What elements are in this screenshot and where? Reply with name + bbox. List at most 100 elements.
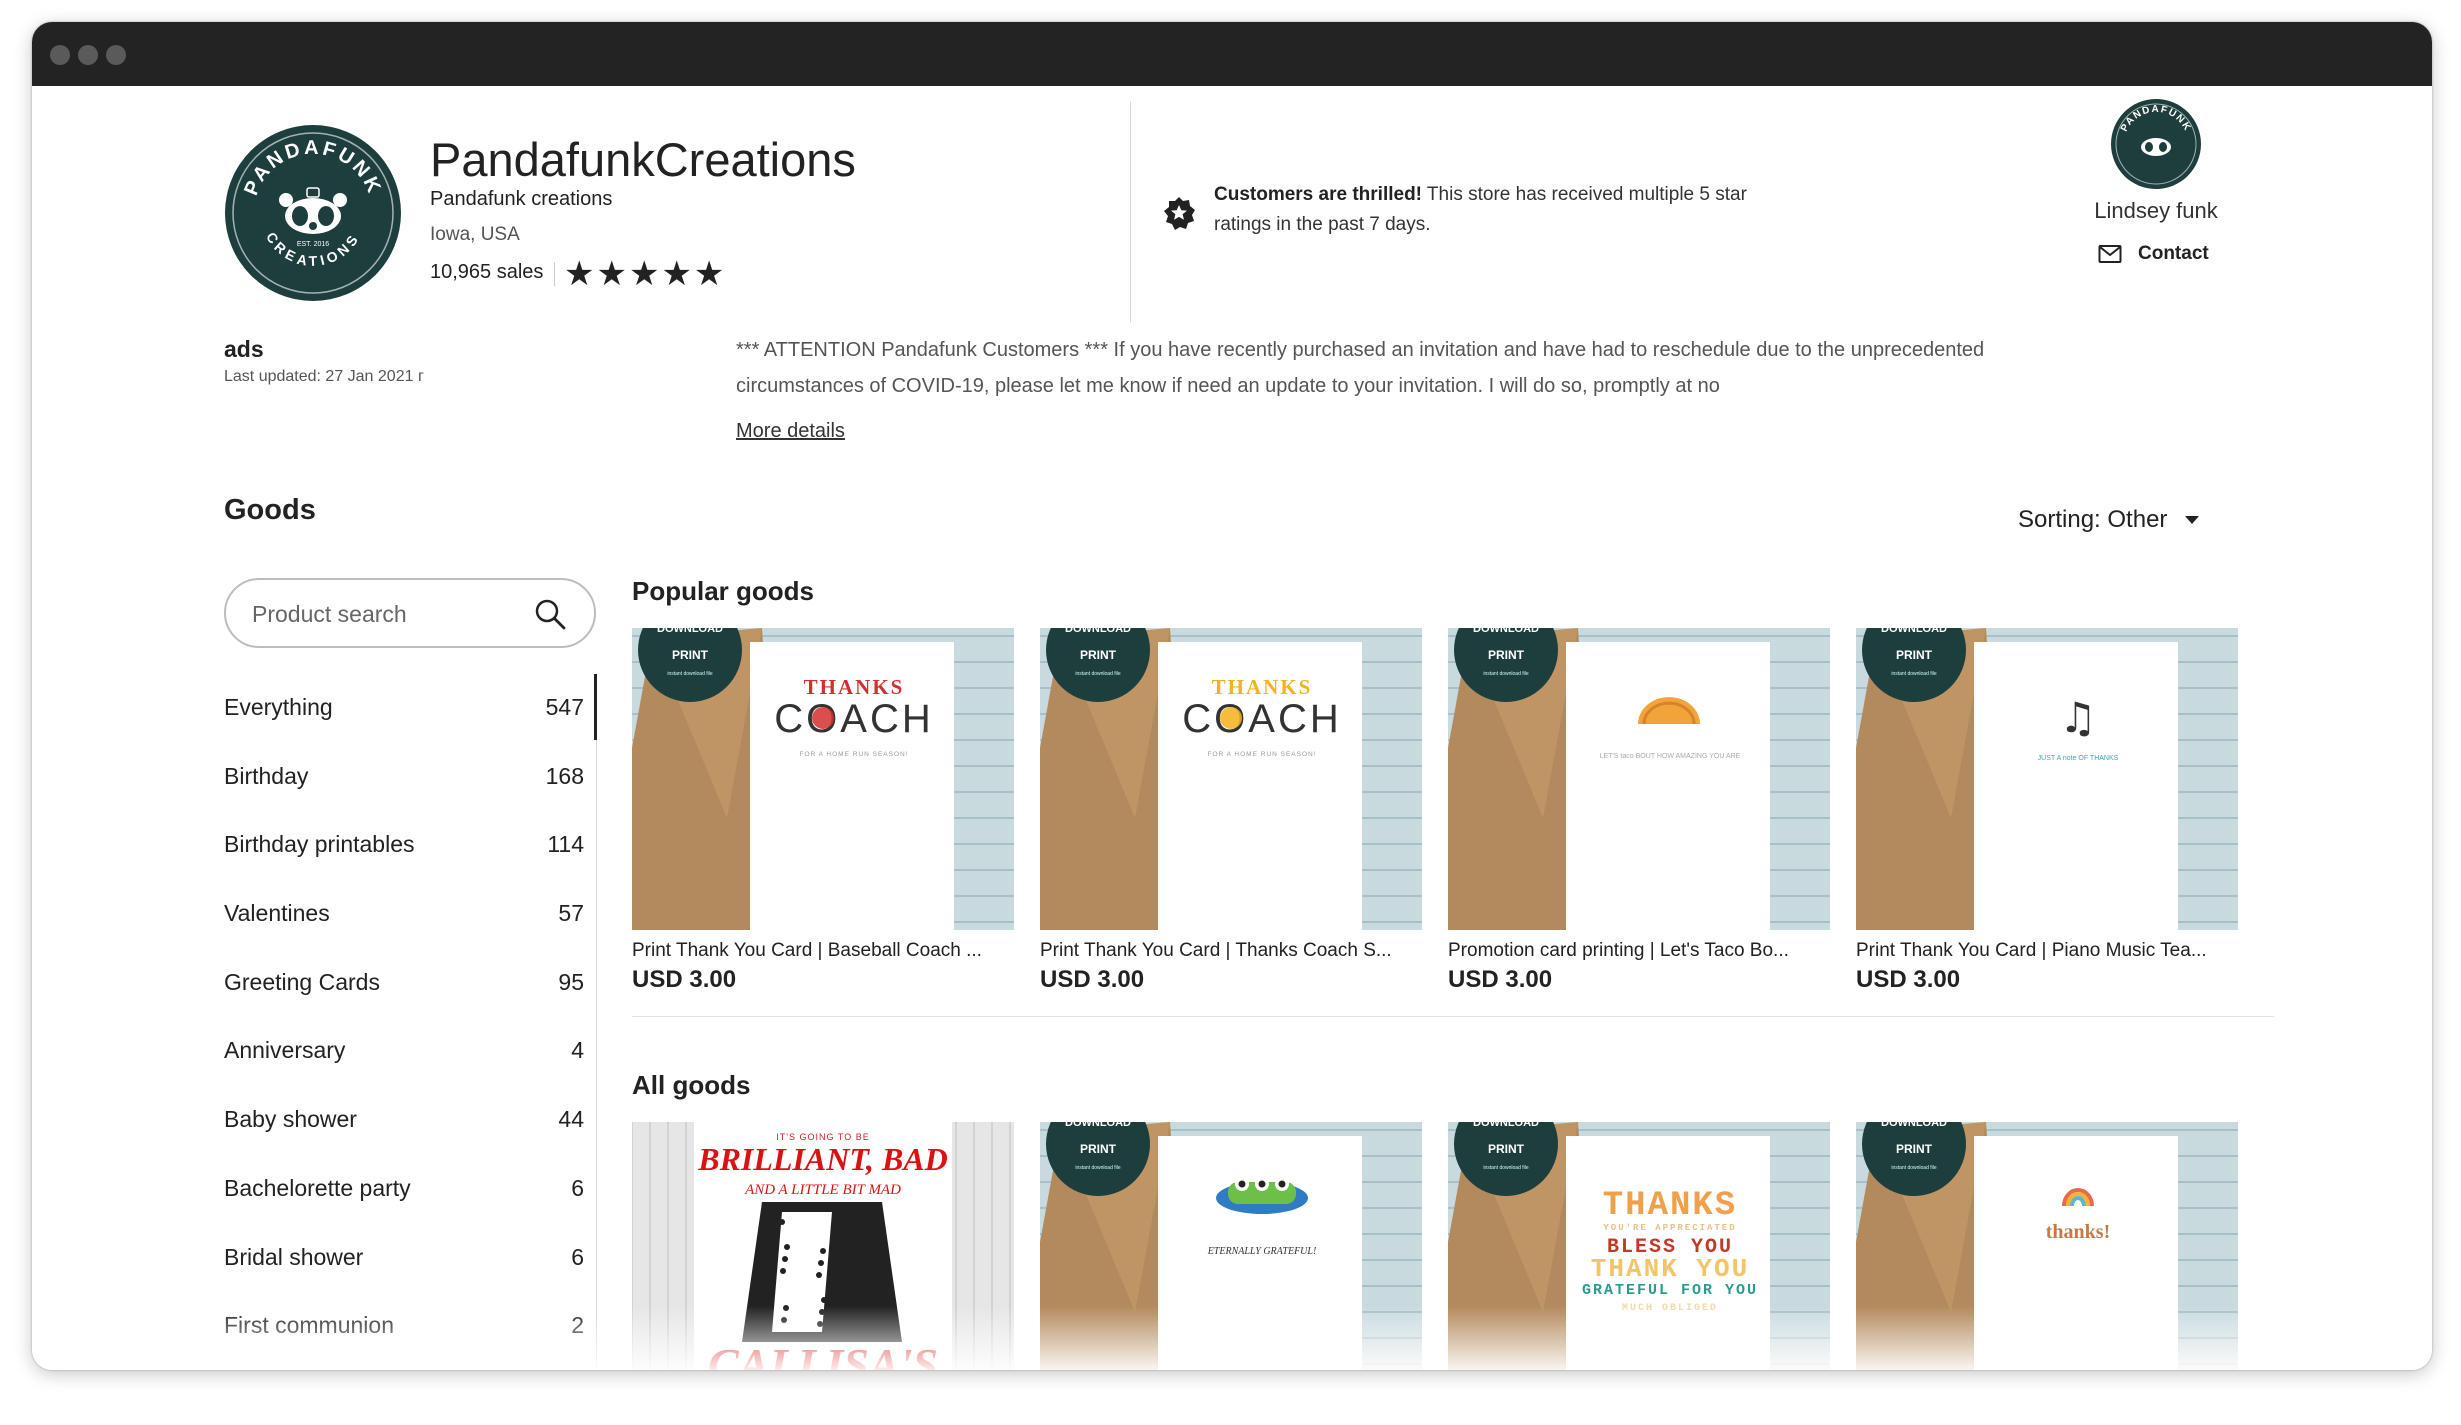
- sorting-label: Sorting: Other: [2018, 506, 2168, 533]
- category-count: 4: [571, 1037, 584, 1064]
- svg-text:DOWNLOAD: DOWNLOAD: [1881, 628, 1947, 635]
- category-item[interactable]: Greeting Cards 95: [224, 949, 600, 1018]
- svg-text:DOWNLOAD: DOWNLOAD: [1065, 628, 1131, 635]
- category-count: 95: [558, 968, 584, 995]
- product-image[interactable]: IT'S GOING TO BE BRILLIANT, BAD AND A LITT…: [632, 1122, 1014, 1370]
- product-price: USD 3.00: [632, 966, 737, 993]
- svg-text:PRINT: PRINT: [1896, 648, 1933, 662]
- shop-logo[interactable]: PANDAFUNK CREATIONS EST. 2016: [224, 124, 402, 302]
- svg-text:LET'S taco BOUT HOW AMAZING YO: LET'S taco BOUT HOW AMAZING YOU ARE: [1600, 753, 1741, 760]
- more-details-link[interactable]: More details: [736, 420, 845, 443]
- product-image[interactable]: DOWNLOAD PRINT instant download file LET'S …: [1448, 628, 1830, 930]
- svg-text:thanks!: thanks!: [2046, 1221, 2110, 1243]
- product-title[interactable]: Print Thank You Card | Baseball Coach ..…: [632, 940, 1014, 962]
- category-count: 6: [571, 1174, 584, 1201]
- category-item[interactable]: First communion 2: [224, 1292, 600, 1361]
- popular-product-card[interactable]: DOWNLOAD PRINT instant download file LET'S …: [1448, 628, 1830, 994]
- window-close-button[interactable]: [50, 45, 70, 65]
- shop-subtitle: Pandafunk creations: [430, 188, 613, 210]
- svg-text:THANKS: THANKS: [804, 675, 905, 699]
- svg-text:instant download file: instant download file: [1075, 671, 1121, 677]
- contact-label: Contact: [2138, 243, 2209, 264]
- all-product-card[interactable]: DOWNLOAD PRINT instant download file THANKS…: [1448, 1122, 1830, 1370]
- store-highlight-bold: Customers are thrilled!: [1214, 184, 1422, 205]
- category-item[interactable]: Anniversary 4: [224, 1017, 600, 1086]
- star-badge-icon: [1164, 197, 1195, 230]
- svg-text:JUST A note OF THANKS: JUST A note OF THANKS: [2038, 755, 2119, 762]
- window-minimize-button[interactable]: [78, 45, 98, 65]
- category-count: 2: [571, 1312, 584, 1339]
- svg-text:DOWNLOAD: DOWNLOAD: [1473, 1122, 1539, 1129]
- product-image[interactable]: DOWNLOAD PRINT instant download file ETERNA…: [1040, 1122, 1422, 1370]
- category-label: Anniversary: [224, 1037, 346, 1064]
- product-title[interactable]: Print Thank You Card | Thanks Coach S...: [1040, 940, 1422, 962]
- shop-location: Iowa, USA: [430, 224, 520, 245]
- svg-text:instant download file: instant download file: [1483, 1165, 1529, 1171]
- category-item[interactable]: Valentines 57: [224, 880, 600, 949]
- shop-sales-count: 10,965 sales: [430, 261, 544, 283]
- all-product-card[interactable]: IT'S GOING TO BE BRILLIANT, BAD AND A LITT…: [632, 1122, 1014, 1370]
- svg-text:PRINT: PRINT: [1080, 648, 1117, 662]
- svg-text:instant download file: instant download file: [1891, 1165, 1937, 1171]
- browser-window: PANDAFUNK CREATIONS EST. 2016 PandafunkC…: [32, 22, 2432, 1370]
- product-title[interactable]: Promotion card printing | Let's Taco Bo.…: [1448, 940, 1830, 962]
- owner-avatar[interactable]: PANDAFUNK: [2110, 98, 2202, 190]
- all-product-card[interactable]: DOWNLOAD PRINT instant download file ETERNA…: [1040, 1122, 1422, 1370]
- svg-text:EST. 2016: EST. 2016: [297, 241, 329, 248]
- svg-text:instant download file: instant download file: [667, 671, 713, 677]
- category-count: 114: [547, 831, 584, 858]
- product-search: [224, 578, 596, 648]
- product-image[interactable]: DOWNLOAD PRINT instant download file THANKS…: [632, 628, 1014, 930]
- window-zoom-button[interactable]: [106, 45, 126, 65]
- category-count: 57: [558, 900, 584, 927]
- svg-text:FOR A HOME RUN SEASON!: FOR A HOME RUN SEASON!: [799, 751, 908, 758]
- category-label: Birthday printables: [224, 831, 415, 858]
- caret-down-icon: [2185, 516, 2200, 524]
- svg-text:COACH: COACH: [1182, 697, 1341, 741]
- svg-text:FOR A HOME RUN SEASON!: FOR A HOME RUN SEASON!: [1207, 751, 1316, 758]
- title-bar: [32, 22, 2432, 86]
- product-image[interactable]: DOWNLOAD PRINT instant download file THANKS…: [1448, 1122, 1830, 1370]
- shop-name: PandafunkCreations: [430, 133, 856, 186]
- svg-text:DOWNLOAD: DOWNLOAD: [1881, 1122, 1947, 1129]
- contact-button[interactable]: Contact: [2098, 240, 2209, 268]
- svg-text:♫: ♫: [2059, 693, 2097, 742]
- category-item[interactable]: Everything 547: [224, 674, 600, 743]
- category-item[interactable]: Baby shower 44: [224, 1086, 600, 1155]
- svg-text:YOU'RE APPRECIATED: YOU'RE APPRECIATED: [1603, 1223, 1736, 1233]
- product-image[interactable]: DOWNLOAD PRINT instant download file ♫ JUST …: [1856, 628, 2238, 930]
- mail-icon: [2098, 245, 2122, 263]
- product-price: USD 3.00: [1040, 966, 1145, 993]
- category-item[interactable]: Bridal shower 6: [224, 1224, 600, 1293]
- rating-stars[interactable]: ★★★★★: [564, 254, 726, 294]
- category-list: Everything 547 Birthday 168 Birthday printab…: [224, 674, 600, 1370]
- svg-text:instant download file: instant download file: [1483, 671, 1529, 677]
- header-divider: [1130, 102, 1131, 322]
- category-label: Bridal shower: [224, 1243, 364, 1270]
- svg-text:THANKS: THANKS: [1212, 675, 1313, 699]
- product-title[interactable]: Print Thank You Card | Piano Music Tea..…: [1856, 940, 2238, 962]
- category-count: 547: [545, 694, 584, 720]
- owner-name[interactable]: Lindsey funk: [2080, 198, 2232, 224]
- sorting-dropdown[interactable]: Sorting: Other: [2018, 506, 2200, 534]
- sales-separator: [554, 262, 555, 286]
- announcement-title: ads: [224, 336, 264, 362]
- svg-text:AND A LITTLE BIT MAD: AND A LITTLE BIT MAD: [744, 1182, 901, 1198]
- announcement-updated: Last updated: 27 Jan 2021 г: [224, 368, 424, 385]
- category-item[interactable]: Bachelorette party 6: [224, 1155, 600, 1224]
- svg-text:DOWNLOAD: DOWNLOAD: [1473, 628, 1539, 635]
- popular-product-card[interactable]: DOWNLOAD PRINT instant download file THANKS…: [632, 628, 1014, 994]
- product-image[interactable]: DOWNLOAD PRINT instant download file thanks…: [1856, 1122, 2238, 1370]
- category-item[interactable]: Birthday printables 114: [224, 811, 600, 880]
- popular-product-card[interactable]: DOWNLOAD PRINT instant download file ♫ JUST …: [1856, 628, 2238, 994]
- goods-heading: Goods: [224, 494, 316, 526]
- popular-product-card[interactable]: DOWNLOAD PRINT instant download file THANKS…: [1040, 628, 1422, 994]
- search-icon[interactable]: [532, 596, 568, 632]
- category-label: Greeting Cards: [224, 968, 380, 995]
- svg-text:PRINT: PRINT: [672, 648, 709, 662]
- category-item[interactable]: Graduationfive: [224, 1361, 600, 1370]
- all-product-card[interactable]: DOWNLOAD PRINT instant download file thanks…: [1856, 1122, 2238, 1370]
- category-item[interactable]: Birthday 168: [224, 743, 600, 812]
- product-image[interactable]: DOWNLOAD PRINT instant download file THANKS…: [1040, 628, 1422, 930]
- product-search-input[interactable]: [250, 592, 514, 636]
